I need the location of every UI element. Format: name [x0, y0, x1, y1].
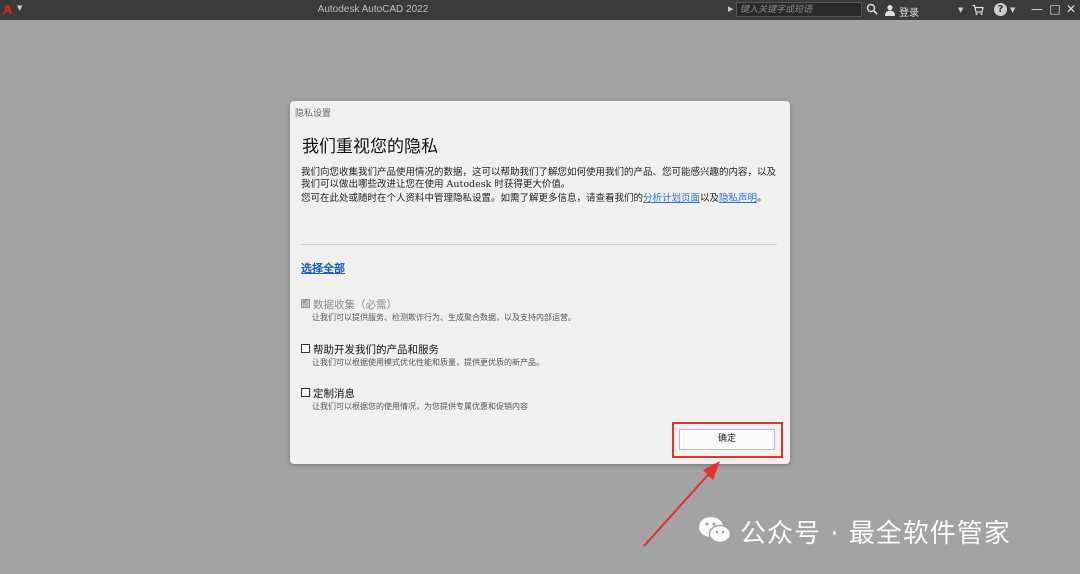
login-caret-icon[interactable]: ▼ — [958, 6, 963, 14]
privacy-statement-link[interactable]: 隐私声明 — [719, 193, 757, 204]
select-all-link[interactable]: 选择全部 — [301, 260, 345, 276]
option-label[interactable]: 帮助开发我们的产品和服务 — [313, 342, 439, 357]
minimize-button[interactable]: — — [1030, 2, 1044, 16]
paragraph-2-suffix: 。 — [757, 193, 767, 204]
analytics-plan-link[interactable]: 分析计划页面 — [643, 193, 700, 204]
help-develop-checkbox[interactable] — [301, 344, 310, 353]
title-bar: A ▼ Autodesk AutoCAD 2022 ▶ 键入关键字或短语 登录 … — [0, 0, 1080, 20]
privacy-settings-dialog: 隐私设置 我们重视您的隐私 我们向您收集我们产品使用情况的数据，这可以帮助我们了… — [290, 101, 790, 464]
cart-icon[interactable] — [972, 4, 984, 16]
login-button[interactable]: 登录 — [899, 4, 919, 19]
highlight-box — [672, 422, 783, 458]
divider — [301, 244, 777, 245]
dialog-title: 隐私设置 — [295, 109, 332, 119]
dialog-heading: 我们重视您的隐私 — [302, 137, 438, 157]
data-collection-checkbox[interactable] — [301, 297, 310, 308]
privacy-paragraph-1: 我们向您收集我们产品使用情况的数据，这可以帮助我们了解您如何使用我们的产品、您可… — [301, 167, 777, 190]
search-expand-icon[interactable]: ▶ — [728, 5, 733, 13]
maximize-button[interactable]: □ — [1048, 2, 1062, 16]
close-button[interactable]: ✕ — [1064, 2, 1078, 16]
option-description: 让我们可以根据使用模式优化性能和质量，提供更优质的新产品。 — [312, 358, 544, 367]
option-description: 让我们可以提供服务、检测欺诈行为、生成聚合数据，以及支持内部运营。 — [312, 313, 576, 322]
paragraph-2-prefix: 您可在此处或随时在个人资料中管理隐私设置。如需了解更多信息，请查看我们的 — [301, 193, 644, 204]
paragraph-2-middle: 以及 — [700, 193, 720, 204]
window-title: Autodesk AutoCAD 2022 — [317, 4, 429, 15]
user-icon[interactable] — [884, 4, 896, 16]
help-caret-icon[interactable]: ▼ — [1010, 6, 1015, 14]
dialog-body: 我们向您收集我们产品使用情况的数据，这可以帮助我们了解您如何使用我们的产品、您可… — [301, 167, 779, 207]
wechat-icon — [699, 517, 732, 544]
search-icon[interactable] — [866, 3, 878, 15]
option-label: 数据收集（必需） — [313, 299, 397, 311]
custom-messages-checkbox[interactable] — [301, 388, 310, 397]
option-description: 让我们可以根据您的使用情况，为您提供专属优惠和促销内容 — [312, 402, 528, 411]
search-input[interactable]: 键入关键字或短语 — [736, 2, 862, 17]
option-label[interactable]: 定制消息 — [313, 386, 355, 401]
watermark-text: 公众号 · 最全软件管家 — [740, 519, 1011, 549]
help-icon[interactable]: ? — [994, 3, 1007, 16]
privacy-paragraph-2: 您可在此处或随时在个人资料中管理隐私设置。如需了解更多信息，请查看我们的分析计划… — [301, 193, 779, 205]
